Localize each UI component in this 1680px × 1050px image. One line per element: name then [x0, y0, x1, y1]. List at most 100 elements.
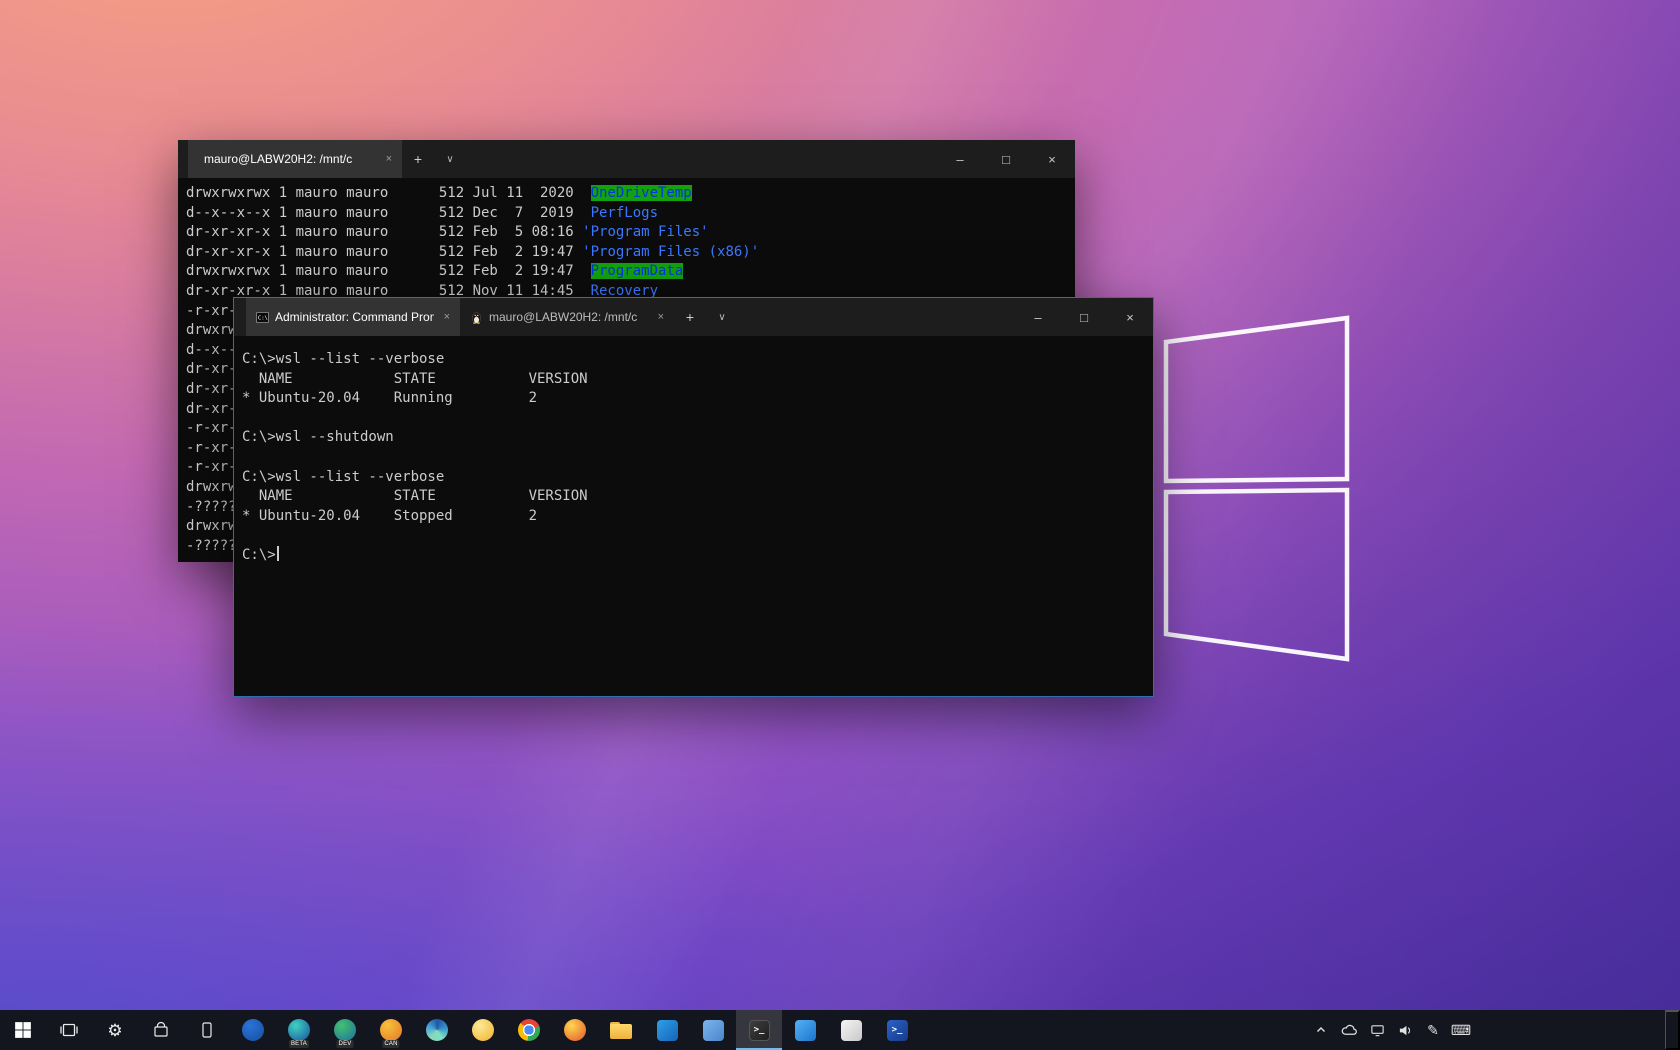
console-text: C:\>wsl --list --verbose — [242, 351, 444, 367]
console-line: NAME STATE VERSION — [242, 487, 1153, 507]
titlebar-drag-area[interactable] — [466, 140, 937, 178]
task-view-icon — [60, 1021, 78, 1039]
taskbar-windows-terminal-button[interactable]: >_ — [736, 1010, 782, 1050]
edge-beta-badge: BETA — [289, 1040, 309, 1048]
ls-permissions-text: dr-xr-xr-x 1 mauro mauro 512 Feb 2 19:47 — [186, 244, 582, 260]
tray-network-button[interactable] — [1363, 1010, 1391, 1050]
movies-tv-icon — [703, 1020, 724, 1041]
terminal-window-front[interactable]: C:\Administrator: Command Prompt×mauro@L… — [233, 297, 1154, 697]
taskbar-settings-button[interactable]: ⚙ — [92, 1010, 138, 1050]
linux-penguin-icon — [470, 311, 483, 324]
new-tab-button[interactable]: + — [402, 140, 434, 178]
console-line — [242, 526, 1153, 546]
console-line: C:\>wsl --list --verbose — [242, 468, 1153, 488]
tray-pen-button[interactable]: ✎ — [1419, 1010, 1447, 1050]
taskbar-microsoft-store-button[interactable] — [138, 1010, 184, 1050]
tab-dropdown-button[interactable]: ∨ — [434, 140, 466, 178]
start-button[interactable] — [0, 1010, 46, 1050]
taskbar-chrome-canary-button[interactable] — [460, 1010, 506, 1050]
edge-canary-badge: CAN — [382, 1040, 399, 1048]
taskbar-file-explorer-button[interactable] — [598, 1010, 644, 1050]
taskbar-powershell-button[interactable]: >_ — [874, 1010, 920, 1050]
taskbar-movies-tv-button[interactable] — [690, 1010, 736, 1050]
volume-icon — [1398, 1023, 1413, 1038]
file-name: 'Program Files (x86)' — [582, 244, 759, 260]
photos-icon — [795, 1020, 816, 1041]
tray-onedrive-button[interactable] — [1335, 1010, 1363, 1050]
file-name: ProgramData — [591, 263, 684, 279]
tray-touch-keyboard-button[interactable]: ⌨ — [1447, 1010, 1475, 1050]
close-tab-icon[interactable]: × — [654, 310, 668, 324]
ls-line: dr-xr-xr-x 1 mauro mauro 512 Feb 2 19:47… — [186, 243, 1075, 263]
minimize-button[interactable]: – — [937, 140, 983, 178]
titlebar-drag-area[interactable] — [738, 298, 1015, 336]
touch-keyboard-icon: ⌨ — [1451, 1023, 1471, 1037]
tray-volume-button[interactable] — [1391, 1010, 1419, 1050]
close-tab-icon[interactable]: × — [440, 310, 454, 324]
console-line: C:\> — [242, 546, 1153, 566]
console-text: NAME STATE VERSION — [242, 371, 588, 387]
close-button[interactable]: × — [1029, 140, 1075, 178]
taskbar-your-phone-button[interactable] — [184, 1010, 230, 1050]
titlebar[interactable]: mauro@LABW20H2: /mnt/c × + ∨ – □ × — [178, 140, 1075, 178]
console-line: C:\>wsl --shutdown — [242, 428, 1153, 448]
console-text: C:\>wsl --list --verbose — [242, 469, 444, 485]
taskbar: ⚙BETADEVCAN>_>_ ✎⌨ — [0, 1010, 1680, 1050]
taskbar-notepad-button[interactable] — [828, 1010, 874, 1050]
edge-dev-badge: DEV — [337, 1040, 354, 1048]
taskbar-edge-beta-button[interactable]: BETA — [276, 1010, 322, 1050]
windows-terminal-icon: >_ — [749, 1020, 770, 1041]
tab-wsl[interactable]: mauro@LABW20H2: /mnt/c × — [188, 140, 402, 178]
tray-hidden-icons-chevron-button[interactable] — [1307, 1010, 1335, 1050]
console-text: * Ubuntu-20.04 Stopped 2 — [242, 508, 537, 524]
powershell-icon: >_ — [887, 1020, 908, 1041]
tab-command-prompt[interactable]: C:\Administrator: Command Prompt× — [246, 298, 460, 336]
console-output[interactable]: C:\>wsl --list --verbose NAME STATE VERS… — [234, 336, 1153, 696]
taskbar-edge-dev-button[interactable]: DEV — [322, 1010, 368, 1050]
file-name: PerfLogs — [591, 205, 658, 221]
file-explorer-icon — [610, 1022, 632, 1039]
microsoft-store-icon — [152, 1021, 170, 1039]
taskbar-firefox-button[interactable] — [552, 1010, 598, 1050]
tab-title: mauro@LABW20H2: /mnt/c — [204, 152, 376, 166]
console-line: NAME STATE VERSION — [242, 370, 1153, 390]
taskbar-photos-button[interactable] — [782, 1010, 828, 1050]
maximize-button[interactable]: □ — [1061, 298, 1107, 336]
file-name: OneDriveTemp — [591, 185, 692, 201]
onedrive-icon — [1341, 1022, 1358, 1039]
titlebar[interactable]: C:\Administrator: Command Prompt×mauro@L… — [234, 298, 1153, 336]
console-line — [242, 409, 1153, 429]
taskbar-cortana-button[interactable] — [230, 1010, 276, 1050]
start-icon — [14, 1021, 32, 1039]
tab-dropdown-button[interactable]: ∨ — [706, 298, 738, 336]
network-icon — [1370, 1023, 1385, 1038]
taskbar-visual-studio-code-button[interactable] — [644, 1010, 690, 1050]
ls-permissions-text: d--x--x--x 1 mauro mauro 512 Dec 7 2019 — [186, 205, 591, 221]
taskbar-task-view-button[interactable] — [46, 1010, 92, 1050]
tab-title: Administrator: Command Prompt — [275, 310, 434, 324]
taskbar-edge-canary-button[interactable]: CAN — [368, 1010, 414, 1050]
text-cursor — [277, 546, 279, 561]
ls-permissions-text: drwxrwxrwx 1 mauro mauro 512 Feb 2 19:47 — [186, 263, 591, 279]
close-tab-icon[interactable]: × — [382, 152, 396, 166]
cortana-icon — [242, 1019, 264, 1041]
system-tray: ✎⌨ — [1307, 1010, 1475, 1050]
taskbar-chrome-button[interactable] — [506, 1010, 552, 1050]
hidden-icons-chevron-icon — [1315, 1024, 1327, 1036]
settings-icon: ⚙ — [107, 1022, 122, 1039]
taskbar-edge-button[interactable] — [414, 1010, 460, 1050]
ls-line: d--x--x--x 1 mauro mauro 512 Dec 7 2019 … — [186, 204, 1075, 224]
console-line: C:\>wsl --list --verbose — [242, 350, 1153, 370]
taskbar-apps: ⚙ BETA DEV CAN >_ >_ — [0, 1010, 920, 1050]
maximize-button[interactable]: □ — [983, 140, 1029, 178]
your-phone-icon — [198, 1021, 216, 1039]
close-button[interactable]: × — [1107, 298, 1153, 336]
desktop[interactable]: mauro@LABW20H2: /mnt/c × + ∨ – □ × drwxr… — [0, 0, 1680, 1050]
minimize-button[interactable]: – — [1015, 298, 1061, 336]
pen-icon: ✎ — [1427, 1023, 1439, 1037]
new-tab-button[interactable]: + — [674, 298, 706, 336]
tab-title: mauro@LABW20H2: /mnt/c — [489, 310, 648, 324]
tab-wsl[interactable]: mauro@LABW20H2: /mnt/c × — [460, 298, 674, 336]
console-line — [242, 448, 1153, 468]
show-desktop-button[interactable] — [1665, 1010, 1680, 1050]
